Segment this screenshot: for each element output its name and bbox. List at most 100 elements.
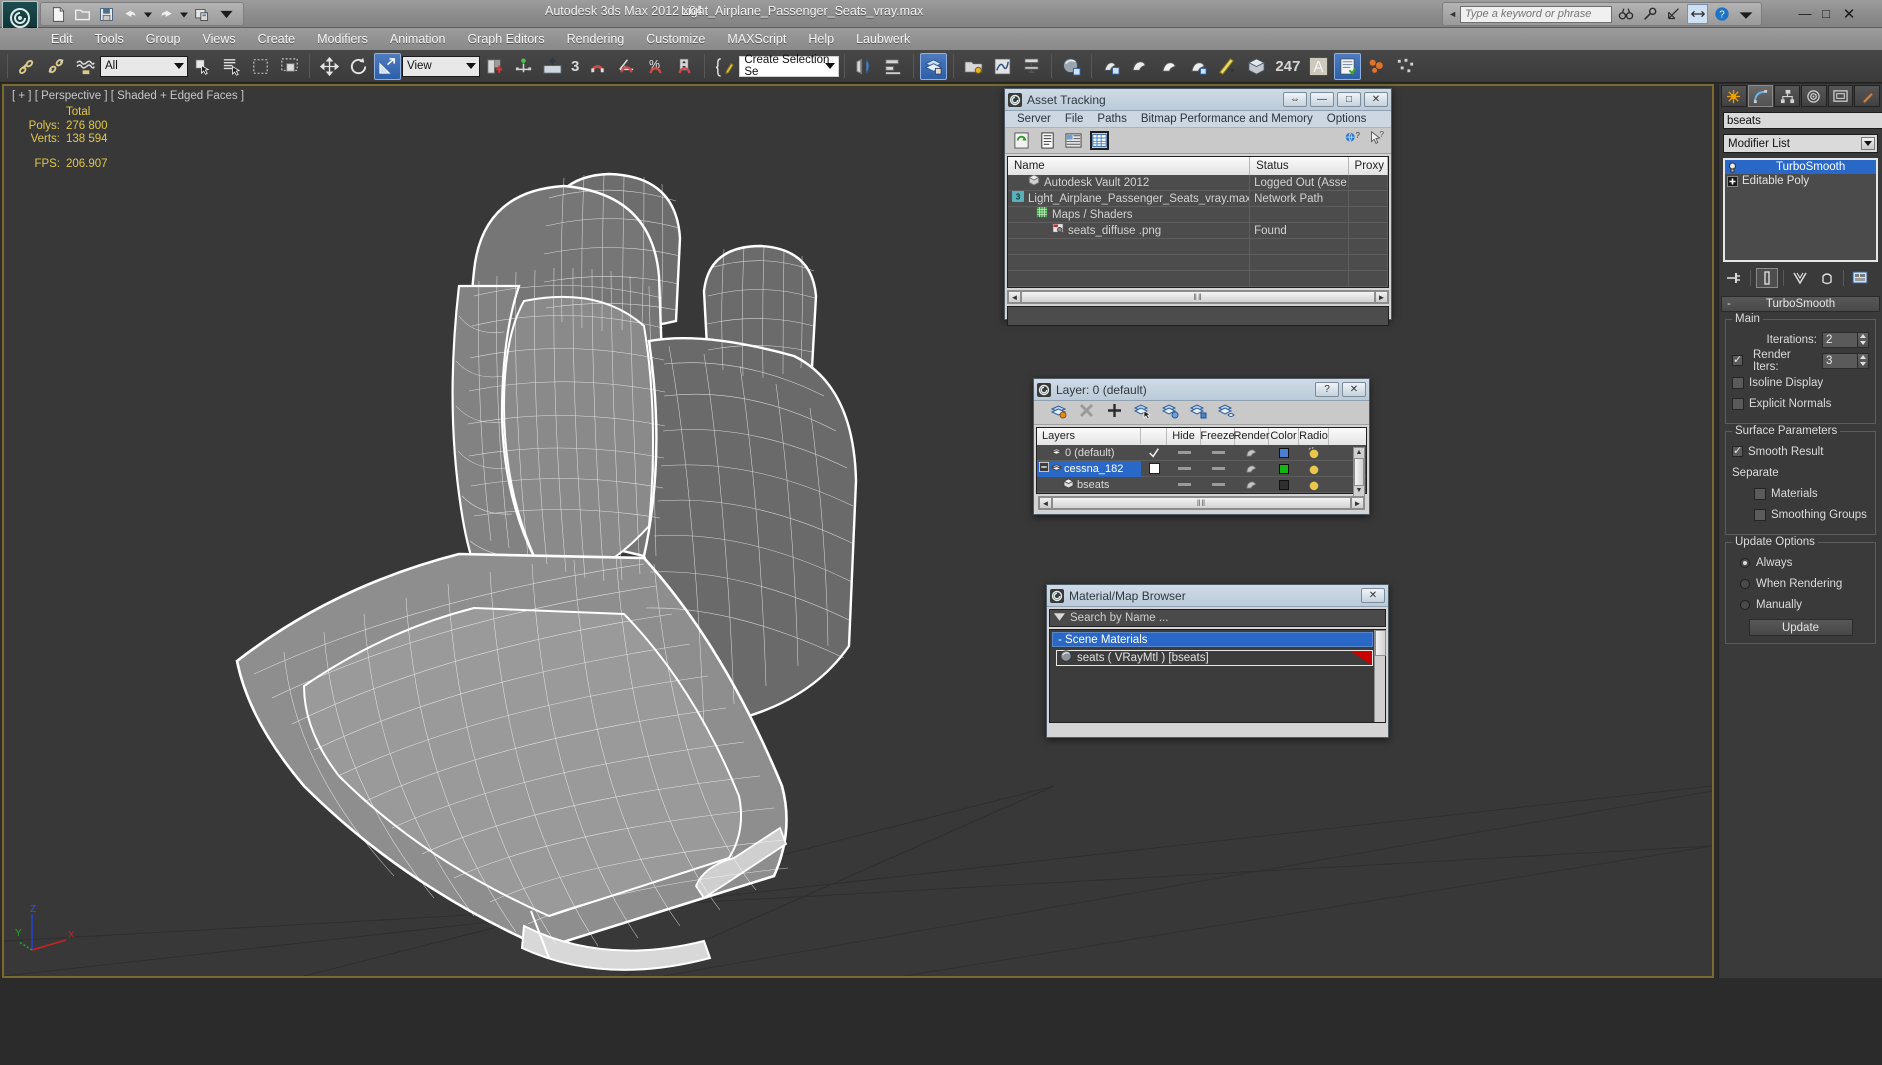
angle-snap-toggle-icon[interactable] [613, 53, 640, 80]
material-browser-search-row[interactable]: Search by Name ... [1049, 609, 1386, 627]
menu-item-graph-editors[interactable]: Graph Editors [456, 29, 555, 49]
menu-item-modifiers[interactable]: Modifiers [306, 29, 379, 49]
asset-tracking-table[interactable]: Name Status Proxy Autodesk Vault 2012 Lo… [1007, 156, 1389, 288]
menu-item-views[interactable]: Views [191, 29, 246, 49]
update-always-row[interactable]: Always [1732, 554, 1869, 571]
layer-current-check[interactable] [1141, 463, 1167, 474]
reference-coordinate-system-combo[interactable]: View [402, 55, 480, 77]
scroll-left-arrow-icon[interactable]: ◄ [1039, 497, 1052, 509]
material-browser-list[interactable]: - Scene Materials seats ( VRayMtl ) [bse… [1049, 629, 1386, 723]
show-end-result-icon[interactable] [1756, 268, 1778, 288]
mirror-icon[interactable] [851, 53, 878, 80]
align-icon[interactable] [880, 53, 907, 80]
menu-item-customize[interactable]: Customize [635, 29, 716, 49]
save-file-icon[interactable] [95, 4, 117, 24]
asset-tracking-maximize-button[interactable]: □ [1337, 92, 1361, 107]
remove-modifier-icon[interactable] [1816, 268, 1838, 288]
spinner-snap-toggle-icon[interactable] [671, 53, 698, 80]
layer-expand-icon[interactable] [1039, 462, 1049, 475]
pin-stack-icon[interactable] [1723, 268, 1745, 288]
menu-item-group[interactable]: Group [135, 29, 192, 49]
scroll-down-arrow-icon[interactable]: ▼ [1356, 486, 1363, 496]
display-tab[interactable] [1827, 85, 1854, 107]
layer-column-layers[interactable]: Layers [1037, 428, 1141, 444]
render-iters-checkbox[interactable] [1732, 353, 1743, 366]
help-pointer-icon[interactable]: ? [1368, 130, 1385, 151]
layer-color-swatch[interactable] [1269, 463, 1299, 474]
asset-column-status[interactable]: Status [1250, 157, 1349, 175]
table-row[interactable]: cessna_182 [1037, 460, 1366, 477]
select-highlighted-objects-icon[interactable] [1161, 402, 1179, 424]
menu-item-help[interactable]: Help [797, 29, 845, 49]
configure-modifier-sets-icon[interactable] [1849, 268, 1871, 288]
asset-menu-options[interactable]: Options [1320, 113, 1374, 125]
layer-column-render[interactable]: Render [1233, 428, 1270, 445]
named-selection-set-combo[interactable]: Create Selection Se [739, 54, 840, 78]
window-maximize-button[interactable]: □ [1817, 5, 1835, 22]
modifier-stack-item-editable-poly[interactable]: Editable Poly [1725, 174, 1876, 188]
asset-menu-file[interactable]: File [1058, 113, 1091, 125]
select-and-move-icon[interactable] [316, 53, 343, 80]
render-iters-spinner[interactable]: 3 [1822, 352, 1869, 369]
table-row[interactable] [1008, 255, 1388, 271]
undo-icon[interactable] [119, 4, 141, 24]
layer-hide-toggle[interactable] [1167, 451, 1201, 454]
asset-menu-server[interactable]: Server [1010, 113, 1058, 125]
smooth-result-row[interactable]: Smooth Result [1732, 443, 1869, 460]
layer-window[interactable]: Layer: 0 (default) ? ✕ Layers Hide Freez… [1033, 378, 1370, 515]
asset-tracking-minimize-button[interactable]: — [1310, 92, 1334, 107]
menu-item-create[interactable]: Create [247, 29, 307, 49]
asset-tracking-restore-button[interactable]: ⇔ [1283, 92, 1307, 107]
iterations-spinner[interactable]: 2 [1822, 331, 1869, 348]
asset-column-name[interactable]: Name [1008, 157, 1251, 175]
table-row[interactable]: seats_diffuse .png Found [1008, 223, 1388, 239]
create-new-layer-icon[interactable] [1050, 402, 1067, 424]
list-view-icon[interactable] [1038, 131, 1057, 150]
update-when-rendering-row[interactable]: When Rendering [1732, 575, 1869, 592]
delete-layer-icon[interactable] [1078, 402, 1095, 424]
asset-menu-paths[interactable]: Paths [1090, 113, 1133, 125]
menu-item-maxscript[interactable]: MAXScript [716, 29, 797, 49]
redo-icon[interactable] [155, 4, 177, 24]
layer-color-swatch[interactable] [1269, 447, 1299, 458]
help-icon[interactable]: ? [1711, 4, 1732, 24]
select-and-manipulate-icon[interactable] [510, 53, 537, 80]
material-map-browser-window[interactable]: Material/Map Browser ✕ Search by Name ..… [1046, 584, 1389, 738]
modifier-stack[interactable]: TurboSmooth Editable Poly [1723, 158, 1878, 262]
scene-converter-notes-icon[interactable] [1334, 52, 1362, 80]
explicit-normals-row[interactable]: Explicit Normals [1732, 395, 1869, 412]
scrollbar-thumb[interactable] [1375, 630, 1386, 656]
search-prev-icon[interactable]: ◄ [1448, 9, 1457, 19]
layer-vertical-scrollbar[interactable]: ▲ ▼ [1353, 447, 1365, 497]
modify-tab[interactable] [1747, 85, 1774, 107]
window-crossing-icon[interactable] [276, 53, 303, 80]
scrollbar-thumb[interactable]: ‖‖ [1021, 291, 1375, 303]
layer-horizontal-scrollbar[interactable]: ◄ ‖‖ ► [1038, 496, 1365, 510]
layer-hide-toggle[interactable] [1167, 483, 1201, 486]
menu-item-tools[interactable]: Tools [84, 29, 135, 49]
asset-tracking-horizontal-scrollbar[interactable]: ◄ ‖‖ ► [1007, 290, 1389, 304]
help-dropdown-icon[interactable] [1735, 4, 1756, 24]
expand-plus-icon[interactable] [1727, 175, 1738, 187]
qat-dropdown-icon[interactable] [215, 4, 237, 24]
modifier-list-combo[interactable]: Modifier List [1723, 134, 1878, 153]
layer-window-close-button[interactable]: ✕ [1342, 382, 1366, 397]
hide-unhide-layers-icon[interactable] [1217, 402, 1235, 424]
smoothing-groups-row[interactable]: Smoothing Groups [1732, 506, 1869, 523]
turbosmooth-rollout-header[interactable]: - TurboSmooth [1721, 296, 1880, 312]
iterations-value[interactable]: 2 [1822, 331, 1858, 348]
selection-filter-combo[interactable]: All [100, 55, 188, 77]
scrollbar-thumb[interactable] [1354, 458, 1364, 486]
layer-manager-icon[interactable] [920, 52, 948, 80]
modifier-list-dropdown-icon[interactable] [1861, 137, 1875, 150]
modifier-stack-item-turbosmooth[interactable]: TurboSmooth [1725, 160, 1876, 174]
unlink-selection-icon[interactable] [43, 53, 70, 80]
update-manually-row[interactable]: Manually [1732, 596, 1869, 613]
select-by-name-icon[interactable] [218, 53, 245, 80]
refresh-icon[interactable] [1012, 131, 1031, 150]
new-file-icon[interactable] [47, 4, 69, 24]
select-and-scale-icon[interactable] [374, 52, 401, 80]
motion-tab[interactable] [1801, 85, 1827, 107]
bind-to-space-warp-icon[interactable] [72, 53, 99, 80]
table-row[interactable]: Maps / Shaders [1008, 207, 1388, 223]
